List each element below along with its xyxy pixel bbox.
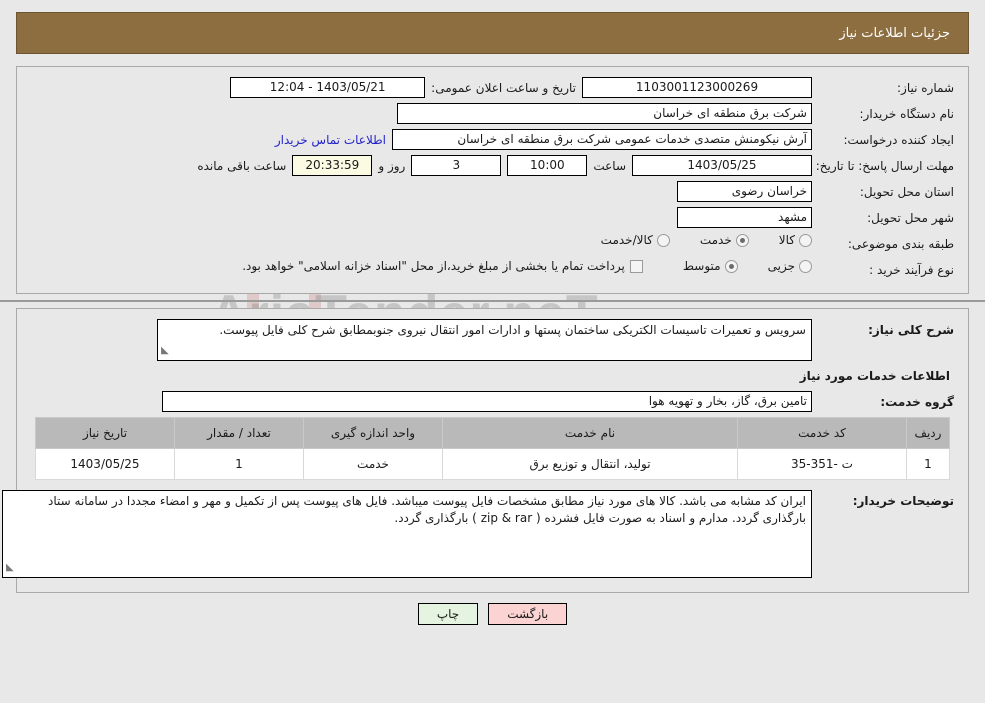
purchase-type-option-jozei[interactable]: جزیی [768, 259, 812, 273]
col-header-qty: تعداد / مقدار [174, 417, 304, 449]
buyer-notes-textarea[interactable]: ایران کد مشابه می باشد. کالا های مورد نی… [2, 490, 812, 578]
col-header-index: ردیف [906, 417, 950, 449]
row-buyer-org: نام دستگاه خریدار: شرکت برق منطقه ای خرا… [25, 103, 960, 125]
page-title-bar: جزئیات اطلاعات نیاز [16, 12, 969, 54]
treasury-bond-checkbox-label: پرداخت تمام یا بخشی از مبلغ خرید،از محل … [242, 259, 625, 273]
cell-date: 1403/05/25 [35, 448, 175, 480]
services-table: ردیف کد خدمت نام خدمت واحد اندازه گیری ت… [35, 417, 950, 480]
need-info-panel: شماره نیاز: 1103001123000269 تاریخ و ساع… [16, 66, 969, 294]
purchase-type-option-label: متوسط [682, 259, 721, 273]
buyer-org-label: نام دستگاه خریدار: [859, 107, 955, 121]
cell-qty: 1 [174, 448, 304, 480]
row-service-group: گروه خدمت: تامین برق، گاز، بخار و تهویه … [25, 391, 960, 413]
creator-field[interactable]: آرش نیکومنش متصدی خدمات عمومی شرکت برق م… [392, 129, 812, 150]
category-option-label: کالا/خدمت [600, 233, 653, 247]
buyer-org-field[interactable]: شرکت برق منطقه ای خراسان [397, 103, 812, 124]
announce-datetime-field[interactable]: 1403/05/21 - 12:04 [230, 77, 426, 98]
need-number-field[interactable]: 1103001123000269 [582, 77, 812, 98]
need-number-label: شماره نیاز: [897, 81, 954, 95]
col-header-name: نام خدمت [442, 417, 738, 449]
row-category: طبقه بندی موضوعی: کالا خدمت کالا/خدمت [25, 233, 960, 255]
delivery-province-field[interactable]: خراسان رضوی [677, 181, 812, 202]
deadline-days-label: روز و [378, 159, 406, 173]
radio-icon-selected[interactable] [735, 233, 749, 247]
buyer-notes-label: توضیحات خریدار: [852, 494, 954, 508]
checkbox-icon[interactable] [629, 259, 643, 273]
row-need-number: شماره نیاز: 1103001123000269 تاریخ و ساع… [25, 77, 960, 99]
buyer-contact-link[interactable]: اطلاعات تماس خریدار [275, 133, 386, 147]
announce-datetime-label: تاریخ و ساعت اعلان عمومی: [431, 81, 576, 95]
cell-name: تولید، انتقال و توزیع برق [442, 448, 738, 480]
category-option-label: خدمت [699, 233, 732, 247]
deadline-countdown-field: 20:33:59 [292, 155, 373, 176]
delivery-city-field[interactable]: مشهد [677, 207, 812, 228]
deadline-days-field[interactable]: 3 [411, 155, 502, 176]
col-header-code: کد خدمت [737, 417, 907, 449]
col-header-date: تاریخ نیاز [35, 417, 175, 449]
radio-icon-selected[interactable] [724, 259, 738, 273]
purchase-type-label: نوع فرآیند خرید : [869, 263, 954, 277]
print-button[interactable]: چاپ [417, 603, 479, 625]
deadline-time-label: ساعت [593, 159, 626, 173]
row-purchase-type: نوع فرآیند خرید : جزیی متوسط پرداخت تمام… [25, 259, 960, 281]
resize-grip-icon[interactable]: ◢ [161, 342, 169, 359]
row-creator: ایجاد کننده درخواست: آرش نیکومنش متصدی خ… [25, 129, 960, 151]
service-group-field[interactable]: تامین برق، گاز، بخار و تهویه هوا [162, 391, 812, 412]
row-deadline: مهلت ارسال پاسخ: تا تاریخ: 1403/05/25 سا… [25, 155, 960, 177]
cell-unit: خدمت [303, 448, 443, 480]
table-header-row: ردیف کد خدمت نام خدمت واحد اندازه گیری ت… [35, 417, 950, 449]
radio-icon[interactable] [799, 233, 812, 247]
footer-actions: بازگشت چاپ [0, 603, 985, 625]
category-option-khedmat[interactable]: خدمت [700, 233, 749, 247]
treasury-bond-checkbox-item[interactable]: پرداخت تمام یا بخشی از مبلغ خرید،از محل … [242, 259, 643, 273]
cell-index: 1 [906, 448, 950, 480]
buyer-notes-text: ایران کد مشابه می باشد. کالا های مورد نی… [48, 494, 806, 525]
deadline-label: مهلت ارسال پاسخ: تا تاریخ: [815, 159, 954, 173]
back-button[interactable]: بازگشت [488, 603, 568, 625]
purchase-type-radio-group: جزیی متوسط [657, 259, 812, 273]
description-textarea[interactable]: سرویس و تعمیرات تاسیسات الکتریکی ساختمان… [157, 319, 812, 361]
page-title: جزئیات اطلاعات نیاز [839, 25, 950, 41]
resize-grip-icon[interactable]: ◢ [6, 559, 14, 576]
creator-label: ایجاد کننده درخواست: [843, 133, 954, 147]
deadline-date-field[interactable]: 1403/05/25 [632, 155, 812, 176]
delivery-province-label: استان محل تحویل: [859, 185, 954, 199]
service-group-label: گروه خدمت: [880, 395, 954, 409]
services-section-title: اطلاعات خدمات مورد نیاز [799, 369, 950, 383]
cell-code: ت -351-35 [737, 448, 907, 480]
services-panel: شرح کلی نیاز: سرویس و تعمیرات تاسیسات ال… [2, 308, 969, 593]
radio-icon[interactable] [656, 233, 670, 247]
category-option-kala[interactable]: کالا [779, 233, 812, 247]
deadline-countdown-label: ساعت باقی مانده [197, 159, 287, 173]
row-delivery-province: استان محل تحویل: خراسان رضوی [25, 181, 960, 203]
delivery-city-label: شهر محل تحویل: [867, 211, 954, 225]
col-header-unit: واحد اندازه گیری [303, 417, 443, 449]
purchase-type-option-label: جزیی [767, 259, 795, 273]
purchase-type-option-motevaset[interactable]: متوسط [683, 259, 738, 273]
services-table-wrap: ردیف کد خدمت نام خدمت واحد اندازه گیری ت… [35, 417, 950, 480]
category-option-kala-khedmat[interactable]: کالا/خدمت [601, 233, 670, 247]
description-text: سرویس و تعمیرات تاسیسات الکتریکی ساختمان… [219, 323, 806, 337]
row-buyer-notes: توضیحات خریدار: ایران کد مشابه می باشد. … [2, 490, 960, 578]
category-option-label: کالا [778, 233, 795, 247]
row-description: شرح کلی نیاز: سرویس و تعمیرات تاسیسات ال… [25, 319, 960, 361]
radio-icon[interactable] [799, 259, 812, 273]
table-row: 1 ت -351-35 تولید، انتقال و توزیع برق خد… [35, 448, 950, 480]
description-label: شرح کلی نیاز: [868, 323, 954, 337]
category-radio-group: کالا خدمت کالا/خدمت [575, 233, 812, 247]
category-label: طبقه بندی موضوعی: [847, 237, 954, 251]
row-delivery-city: شهر محل تحویل: مشهد [25, 207, 960, 229]
deadline-time-field[interactable]: 10:00 [507, 155, 588, 176]
section-divider [0, 300, 985, 302]
